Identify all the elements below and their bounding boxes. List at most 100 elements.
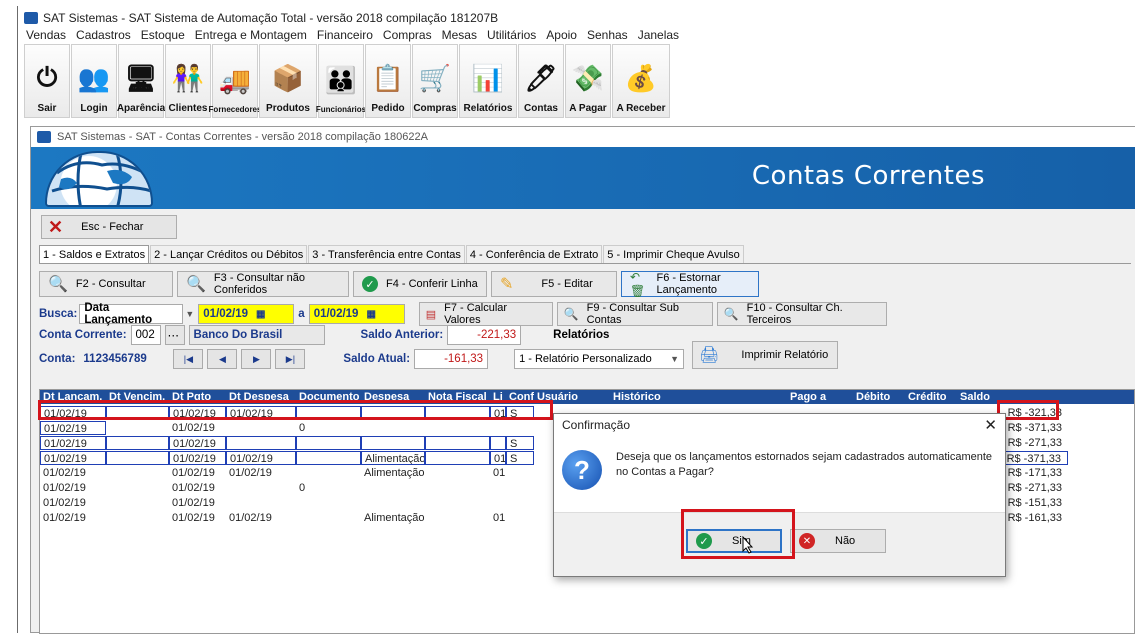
conta-corrente-row: Conta Corrente: 002 ⋯ Banco Do Brasil Sa…	[39, 325, 609, 345]
menu-vendas[interactable]: Vendas	[24, 28, 68, 42]
menu-apoio[interactable]: Apoio	[544, 28, 579, 42]
lookup-ellipsis-button[interactable]: ⋯	[164, 325, 185, 345]
menu-cadastros[interactable]: Cadastros	[74, 28, 133, 42]
toolbar-produtos-button[interactable]: 📦 Produtos	[259, 44, 317, 118]
toolbar-login-button[interactable]: 👥 Login	[71, 44, 117, 118]
conferir-linha-button[interactable]: ✓ F4 - Conferir Linha	[353, 271, 487, 297]
people-icon: 👫	[171, 62, 205, 93]
consultar-sub-contas-button[interactable]: 🔍 F9 - Consultar Sub Contas	[556, 302, 713, 326]
group-icon: 👪	[324, 64, 358, 95]
toolbar-funcionarios-button[interactable]: 👪 Funcionários	[316, 44, 366, 118]
search-list-icon: 🔍	[563, 307, 579, 321]
chevron-down-icon[interactable]: ▼	[185, 309, 194, 319]
saldo-atual-label: Saldo Atual:	[343, 353, 411, 365]
busca-select[interactable]: Data Lançamento	[79, 302, 184, 326]
saldo-anterior-label: Saldo Anterior:	[360, 329, 444, 341]
first-record-button[interactable]: |◀	[173, 349, 204, 369]
banco-field: Banco Do Brasil	[188, 325, 325, 345]
prev-record-button[interactable]: ◀	[207, 349, 238, 369]
date-to-input[interactable]: 01/02/19 ▦	[308, 304, 405, 324]
window-titlebar: SAT Sistemas - SAT Sistema de Automação …	[24, 10, 498, 26]
consultar-ch-terceiros-button[interactable]: 🔍 F10 - Consultar Ch. Terceiros	[716, 302, 887, 326]
highlight-first-row	[38, 400, 553, 420]
document-icon: 📋	[371, 62, 405, 93]
dialog-close-icon[interactable]: ✕	[984, 416, 997, 434]
menu-mesas[interactable]: Mesas	[440, 28, 479, 42]
menu-entrega[interactable]: Entrega e Montagem	[193, 28, 309, 42]
col-credito[interactable]: Crédito	[905, 390, 957, 404]
menu-financeiro[interactable]: Financeiro	[315, 28, 375, 42]
search-icon: 🔍	[48, 276, 68, 293]
dialog-title: Confirmação	[562, 418, 631, 432]
calcular-valores-button[interactable]: ▤ F7 - Calcular Valores	[418, 302, 553, 326]
imprimir-relatorio-button[interactable]: 🖨 Imprimir Relatório	[692, 341, 839, 369]
window-title: SAT Sistemas - SAT Sistema de Automação …	[43, 11, 499, 25]
toolbar-aparencia-button[interactable]: 🖥 Aparência	[117, 44, 165, 118]
toolbar-apagar-button[interactable]: 💸 A Pagar	[565, 44, 611, 118]
menu-compras[interactable]: Compras	[381, 28, 434, 42]
toolbar-fornecedores-button[interactable]: 🚚 Fornecedores	[209, 44, 261, 118]
tab-saldos[interactable]: 1 - Saldos e Extratos	[39, 245, 150, 264]
last-record-button[interactable]: ▶|	[275, 349, 306, 369]
date-separator-label: a	[298, 308, 305, 320]
printer-icon: 🖨	[699, 347, 720, 364]
menu-janelas[interactable]: Janelas	[636, 28, 681, 42]
main-toolbar: ⏻ Sair 👥 Login 🖥 Aparência 👫 Clientes 🚚 Forne…	[24, 44, 670, 126]
pen-icon: 🖊	[524, 62, 558, 93]
saldo-anterior-field: -221,33	[447, 325, 522, 345]
estornar-lancamento-button[interactable]: ↶🗑 F6 - Estornar Lançamento	[621, 270, 759, 298]
conta-corrente-code-field[interactable]: 002	[130, 325, 161, 345]
toolbar-sair-button[interactable]: ⏻ Sair	[24, 44, 70, 118]
dialog-titlebar: Confirmação ✕	[554, 414, 1005, 436]
dialog-message: Deseja que os lançamentos estornados sej…	[616, 451, 993, 478]
toolbar-pedido-button[interactable]: 📋 Pedido	[365, 44, 411, 118]
nao-button[interactable]: ✕ Não	[790, 529, 886, 553]
calendar-icon[interactable]: ▦	[366, 309, 375, 320]
menu-estoque[interactable]: Estoque	[139, 28, 187, 42]
toolbar-relatorios-button[interactable]: 📊 Relatórios	[459, 44, 517, 118]
box-icon: 📦	[271, 62, 305, 93]
col-pago-a[interactable]: Pago a	[787, 390, 853, 404]
app-icon	[37, 131, 51, 143]
calendar-icon[interactable]: ▦	[256, 309, 265, 320]
toolbar-compras-button[interactable]: 🛒 Compras	[412, 44, 458, 118]
tab-divider	[39, 263, 1131, 264]
globe-icon	[45, 151, 153, 207]
relatorios-label: Relatórios	[553, 329, 610, 341]
monitor-icon: 🖥	[124, 62, 158, 93]
receive-icon: 💰	[624, 62, 658, 93]
relatorio-select[interactable]: 1 - Relatório Personalizado ▼	[514, 349, 685, 369]
consultar-nao-conferidos-button[interactable]: 🔍 F3 - Consultar não Conferidos	[177, 271, 349, 297]
truck-icon: 🚚	[218, 64, 252, 95]
toolbar-clientes-button[interactable]: 👫 Clientes	[165, 44, 211, 118]
editar-button[interactable]: ✎ F5 - Editar	[491, 271, 617, 297]
banner-title: Contas Correntes	[751, 161, 985, 191]
undo-trash-icon: ↶🗑	[630, 270, 646, 298]
saldo-atual-field: -161,33	[414, 349, 489, 369]
highlight-sim-button	[681, 509, 795, 559]
users-icon: 👥	[77, 62, 111, 93]
check-icon: ✓	[362, 276, 378, 292]
cancel-icon: ✕	[799, 533, 815, 549]
consultar-button[interactable]: 🔍 F2 - Consultar	[39, 271, 173, 297]
toolbar-areceber-button[interactable]: 💰 A Receber	[612, 44, 670, 118]
close-button[interactable]: ✕ Esc - Fechar	[41, 215, 177, 239]
chart-icon: 📊	[471, 62, 505, 93]
tab-lancar[interactable]: 2 - Lançar Créditos ou Débitos	[150, 245, 308, 264]
menu-utilitarios[interactable]: Utilitários	[485, 28, 538, 42]
search-row: Busca: Data Lançamento ▼ 01/02/19 ▦ a 01/…	[39, 302, 887, 326]
tab-imprimir-cheque[interactable]: 5 - Imprimir Cheque Avulso	[603, 245, 744, 264]
search-icon: 🔍	[186, 276, 206, 293]
cart-icon: 🛒	[418, 62, 452, 93]
col-debito[interactable]: Débito	[853, 390, 905, 404]
date-from-input[interactable]: 01/02/19 ▦	[198, 304, 295, 324]
next-record-button[interactable]: ▶	[241, 349, 272, 369]
tab-conferencia[interactable]: 4 - Conferência de Extrato	[465, 245, 603, 264]
dialog-body: ? Deseja que os lançamentos estornados s…	[562, 442, 998, 512]
col-historico[interactable]: Histórico	[610, 390, 787, 404]
conta-label: Conta:	[39, 353, 76, 365]
tab-transferencia[interactable]: 3 - Transferência entre Contas	[308, 245, 465, 264]
menu-senhas[interactable]: Senhas	[585, 28, 630, 42]
child-title: SAT Sistemas - SAT - Contas Correntes - …	[57, 131, 428, 143]
toolbar-contas-button[interactable]: 🖊 Contas	[518, 44, 564, 118]
